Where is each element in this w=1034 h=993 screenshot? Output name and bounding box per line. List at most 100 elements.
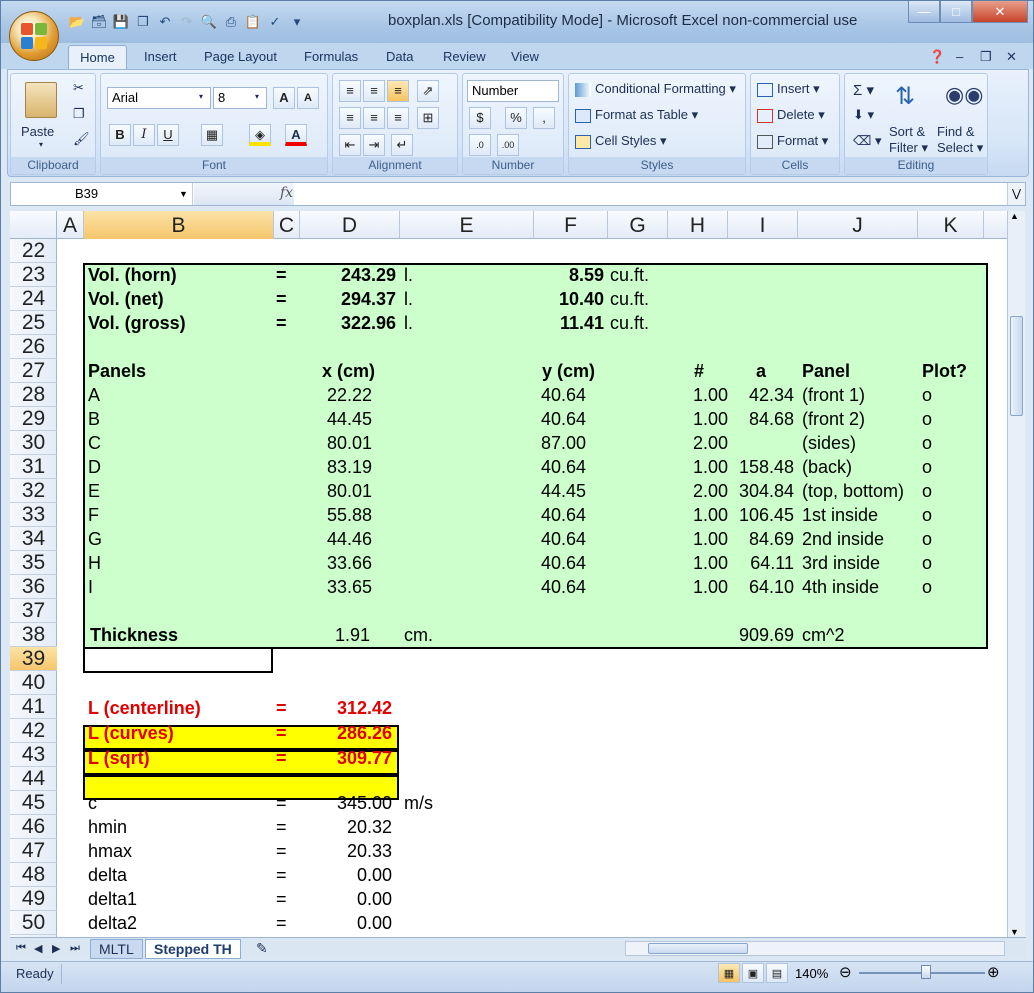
help-icon[interactable]: ❓ (929, 47, 945, 69)
insert-function-icon[interactable]: fx (280, 185, 293, 201)
undo-icon[interactable]: ↶ (155, 12, 175, 32)
tab-review[interactable]: Review (443, 47, 486, 69)
increase-indent-icon[interactable]: ⇥ (363, 134, 385, 156)
row-header-26[interactable]: 26 (10, 335, 57, 359)
column-header-a[interactable]: A (57, 211, 84, 239)
column-header-f[interactable]: F (534, 211, 608, 239)
column-header-h[interactable]: H (668, 211, 728, 239)
horizontal-scroll-thumb[interactable] (648, 943, 748, 954)
scroll-down-icon[interactable]: ▼ (1010, 927, 1019, 937)
open-icon[interactable]: 📂 (67, 12, 87, 32)
ribbon-close-icon[interactable]: ✕ (1006, 47, 1017, 69)
row-header-32[interactable]: 32 (10, 479, 57, 503)
row-header-48[interactable]: 48 (10, 863, 57, 887)
row-header-47[interactable]: 47 (10, 839, 57, 863)
format-as-table-button[interactable]: Format as Table ▾ (575, 107, 698, 123)
column-header-k[interactable]: K (918, 211, 984, 239)
insert-sheet-icon[interactable]: ✎ (248, 939, 276, 959)
decrease-decimal-icon[interactable]: .00 (497, 134, 519, 156)
row-header-36[interactable]: 36 (10, 575, 57, 599)
column-header-e[interactable]: E (400, 211, 534, 239)
page-break-view-icon[interactable]: ▤ (766, 963, 788, 983)
italic-icon[interactable]: I (133, 124, 155, 146)
maximize-button[interactable]: □ (940, 1, 972, 23)
sheet-tab-stepped-th[interactable]: Stepped TH (145, 939, 241, 959)
next-sheet-icon[interactable]: ▶ (48, 939, 64, 959)
active-cell-b39[interactable] (83, 647, 273, 673)
tab-home[interactable]: Home (68, 45, 127, 70)
column-header-c[interactable]: C (274, 211, 300, 239)
bold-icon[interactable]: B (109, 124, 131, 146)
row-header-34[interactable]: 34 (10, 527, 57, 551)
align-top-icon[interactable]: ≡ (339, 80, 361, 102)
row-header-40[interactable]: 40 (10, 671, 57, 695)
prev-sheet-icon[interactable]: ◀ (30, 939, 46, 959)
save-icon[interactable]: 💾 (111, 12, 131, 32)
redo-icon[interactable]: ↷ (177, 12, 197, 32)
vertical-scrollbar[interactable]: ▲ ▼ (1007, 211, 1025, 937)
print-icon[interactable]: ⎙ (221, 12, 241, 32)
orientation-icon[interactable]: ⇗ (417, 80, 439, 102)
minimize-button[interactable]: — (908, 1, 940, 23)
row-header-25[interactable]: 25 (10, 311, 57, 335)
align-bottom-icon[interactable]: ≡ (387, 80, 409, 102)
column-header-g[interactable]: G (608, 211, 668, 239)
column-header-d[interactable]: D (300, 211, 400, 239)
page-layout-view-icon[interactable]: ▣ (742, 963, 764, 983)
row-header-28[interactable]: 28 (10, 383, 57, 407)
row-header-30[interactable]: 30 (10, 431, 57, 455)
number-format-select[interactable]: Number (467, 80, 559, 102)
font-color-icon[interactable]: A (285, 124, 307, 146)
delete-cells-button[interactable]: Delete ▾ (757, 107, 825, 123)
format-painter-icon[interactable]: 🖌 (73, 131, 90, 147)
binoculars-icon[interactable]: ◉◉ (945, 82, 983, 108)
print-preview-icon[interactable]: 🔍 (199, 12, 219, 32)
autosum-icon[interactable]: Σ ▾ (853, 81, 874, 99)
row-header-50[interactable]: 50 (10, 911, 57, 935)
fill-color-icon[interactable]: ◈ (249, 124, 271, 146)
clear-icon[interactable]: ⌫ ▾ (853, 133, 882, 149)
format-cells-button[interactable]: Format ▾ (757, 133, 828, 149)
paste-button[interactable]: Paste (21, 124, 54, 139)
ribbon-restore-icon[interactable]: ❐ (980, 47, 992, 69)
insert-cells-button[interactable]: Insert ▾ (757, 81, 820, 97)
cell-grid[interactable]: Vol. (horn) = 243.29 l. 8.59 cu.ft. Vol. (net)… (57, 239, 1007, 937)
align-left-icon[interactable]: ≡ (339, 107, 361, 129)
customize-qat-icon[interactable]: ▾ (287, 12, 307, 32)
paste-icon[interactable] (25, 82, 57, 118)
zoom-level[interactable]: 140% (795, 966, 828, 981)
scroll-up-icon[interactable]: ▲ (1010, 211, 1019, 221)
grow-font-icon[interactable]: A (273, 87, 295, 109)
align-right-icon[interactable]: ≡ (387, 107, 409, 129)
percent-icon[interactable]: % (505, 107, 527, 129)
row-header-24[interactable]: 24 (10, 287, 57, 311)
spelling-icon[interactable]: ✓ (265, 12, 285, 32)
currency-icon[interactable]: $ (469, 107, 491, 129)
merge-center-icon[interactable]: ⊞ (417, 107, 439, 129)
close-button[interactable]: ✕ (972, 1, 1028, 23)
vertical-scroll-thumb[interactable] (1010, 316, 1023, 416)
ribbon-minimize-icon[interactable]: – (956, 47, 963, 69)
last-sheet-icon[interactable]: ⏭ (66, 939, 84, 959)
zoom-out-icon[interactable]: ⊖ (839, 963, 852, 981)
office-button[interactable] (9, 11, 59, 61)
row-header-44[interactable]: 44 (10, 767, 57, 791)
wrap-text-icon[interactable]: ↵ (391, 134, 413, 156)
row-header-27[interactable]: 27 (10, 359, 57, 383)
row-header-37[interactable]: 37 (10, 599, 57, 623)
copy-icon[interactable]: ❐ (73, 106, 85, 122)
conditional-formatting-button[interactable]: Conditional Formatting ▾ (575, 81, 736, 97)
cut-icon[interactable]: ✂ (73, 80, 84, 96)
row-header-46[interactable]: 46 (10, 815, 57, 839)
fill-icon[interactable]: ⬇ ▾ (853, 107, 874, 123)
horizontal-scrollbar[interactable] (625, 941, 1005, 956)
row-header-29[interactable]: 29 (10, 407, 57, 431)
comma-icon[interactable]: , (533, 107, 555, 129)
sort-filter-icon[interactable]: ⇅ (895, 82, 915, 111)
tab-data[interactable]: Data (386, 47, 413, 69)
row-header-31[interactable]: 31 (10, 455, 57, 479)
zoom-in-icon[interactable]: ⊕ (987, 963, 1000, 981)
save-all-icon[interactable]: 🗃 (89, 12, 109, 32)
font-name-input[interactable]: Arial (107, 87, 211, 109)
font-name-dropdown-icon[interactable]: ▾ (199, 92, 203, 101)
